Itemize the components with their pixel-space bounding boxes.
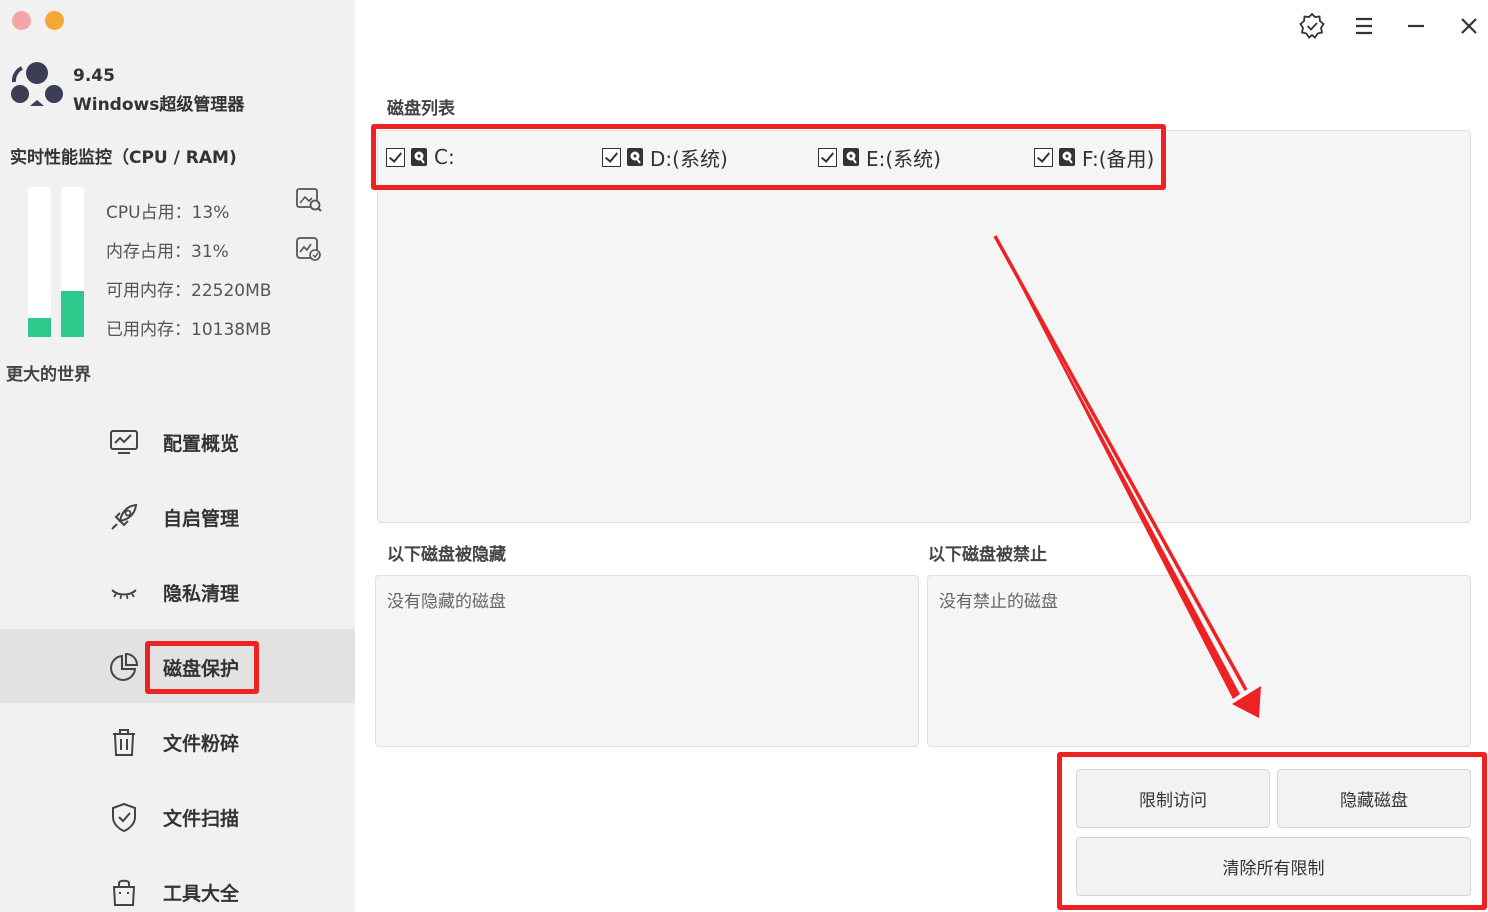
disk-list-title: 磁盘列表 — [387, 99, 455, 119]
clear-all-restrictions-button[interactable]: 清除所有限制 — [1076, 837, 1471, 896]
pie-chart-icon — [110, 652, 139, 681]
nav-label: 配置概览 — [163, 433, 240, 455]
nav-startup-manager[interactable]: 自启管理 — [0, 479, 355, 553]
restrict-access-button[interactable]: 限制访问 — [1076, 769, 1270, 828]
cpu-usage-fill — [28, 317, 51, 337]
drive-label: C: — [434, 145, 455, 169]
drive-item-c[interactable]: C: — [386, 143, 455, 171]
nav-config-overview[interactable]: 配置概览 — [0, 404, 355, 478]
cpu-usage-text: CPU占用：13% — [106, 203, 230, 223]
hidden-disks-title: 以下磁盘被隐藏 — [387, 545, 506, 565]
drive-item-d[interactable]: D:(系统) — [602, 143, 728, 171]
close-icon[interactable] — [1455, 12, 1483, 40]
sidebar: 9.45 Windows超级管理器 实时性能监控（CPU / RAM) CPU占… — [0, 0, 355, 912]
drive-checkbox[interactable] — [602, 147, 621, 167]
drive-label: D:(系统) — [650, 146, 728, 171]
minimize-icon[interactable] — [1402, 12, 1430, 40]
memory-usage-bar — [61, 187, 84, 337]
section-more-world: 更大的世界 — [6, 365, 91, 385]
hard-drive-icon — [1059, 148, 1075, 166]
hide-disk-button[interactable]: 隐藏磁盘 — [1277, 769, 1471, 828]
nav-privacy-clean[interactable]: 隐私清理 — [0, 554, 355, 628]
drive-checkbox[interactable] — [386, 147, 405, 167]
closed-eye-icon — [111, 589, 137, 600]
monitor-chart-icon — [110, 430, 138, 454]
nav-disk-protect[interactable]: 磁盘保护 — [0, 629, 355, 703]
hard-drive-icon — [843, 148, 859, 166]
disk-list-panel — [377, 130, 1471, 523]
drive-item-e[interactable]: E:(系统) — [818, 143, 941, 171]
hard-drive-icon — [411, 148, 427, 166]
forbidden-disks-empty: 没有禁止的磁盘 — [939, 592, 1058, 612]
nav-label: 文件粉碎 — [163, 733, 240, 755]
menu-icon[interactable] — [1350, 12, 1378, 40]
close-window-dot[interactable] — [12, 11, 31, 30]
hidden-disks-empty: 没有隐藏的磁盘 — [387, 592, 506, 612]
used-memory-text: 已用内存：10138MB — [106, 320, 272, 340]
app-version: 9.45 — [73, 66, 115, 86]
drive-label: F:(备用) — [1082, 146, 1155, 171]
chart-refresh-icon[interactable] — [295, 236, 323, 262]
shield-check-icon — [112, 802, 136, 833]
hard-drive-icon — [627, 148, 643, 166]
forbidden-disks-title: 以下磁盘被禁止 — [928, 545, 1047, 565]
available-memory-text: 可用内存：22520MB — [106, 281, 272, 301]
monitor-title: 实时性能监控（CPU / RAM) — [10, 148, 237, 168]
rocket-icon — [111, 503, 138, 530]
nav-label: 隐私清理 — [163, 583, 240, 605]
memory-usage-fill — [61, 290, 84, 337]
memory-usage-text: 内存占用：31% — [106, 242, 229, 262]
drive-item-f[interactable]: F:(备用) — [1034, 143, 1154, 171]
nav-label: 磁盘保护 — [163, 658, 240, 680]
nav-toolbox[interactable]: 工具大全 — [0, 854, 355, 912]
bag-icon — [112, 879, 136, 906]
drive-checkbox[interactable] — [818, 147, 837, 167]
minimize-window-dot[interactable] — [45, 11, 64, 30]
nav-label: 自启管理 — [163, 508, 240, 530]
app-logo-icon — [11, 62, 63, 106]
drive-checkbox[interactable] — [1034, 147, 1053, 167]
nav-file-scan[interactable]: 文件扫描 — [0, 779, 355, 853]
nav-file-shred[interactable]: 文件粉碎 — [0, 704, 355, 778]
nav-label: 文件扫描 — [163, 808, 240, 830]
drive-label: E:(系统) — [866, 146, 941, 171]
trash-icon — [113, 729, 135, 756]
app-name: Windows超级管理器 — [73, 95, 245, 115]
verified-badge-icon[interactable] — [1298, 12, 1326, 40]
cpu-usage-bar — [28, 187, 51, 337]
nav-label: 工具大全 — [163, 883, 240, 905]
image-search-icon[interactable] — [295, 187, 323, 213]
